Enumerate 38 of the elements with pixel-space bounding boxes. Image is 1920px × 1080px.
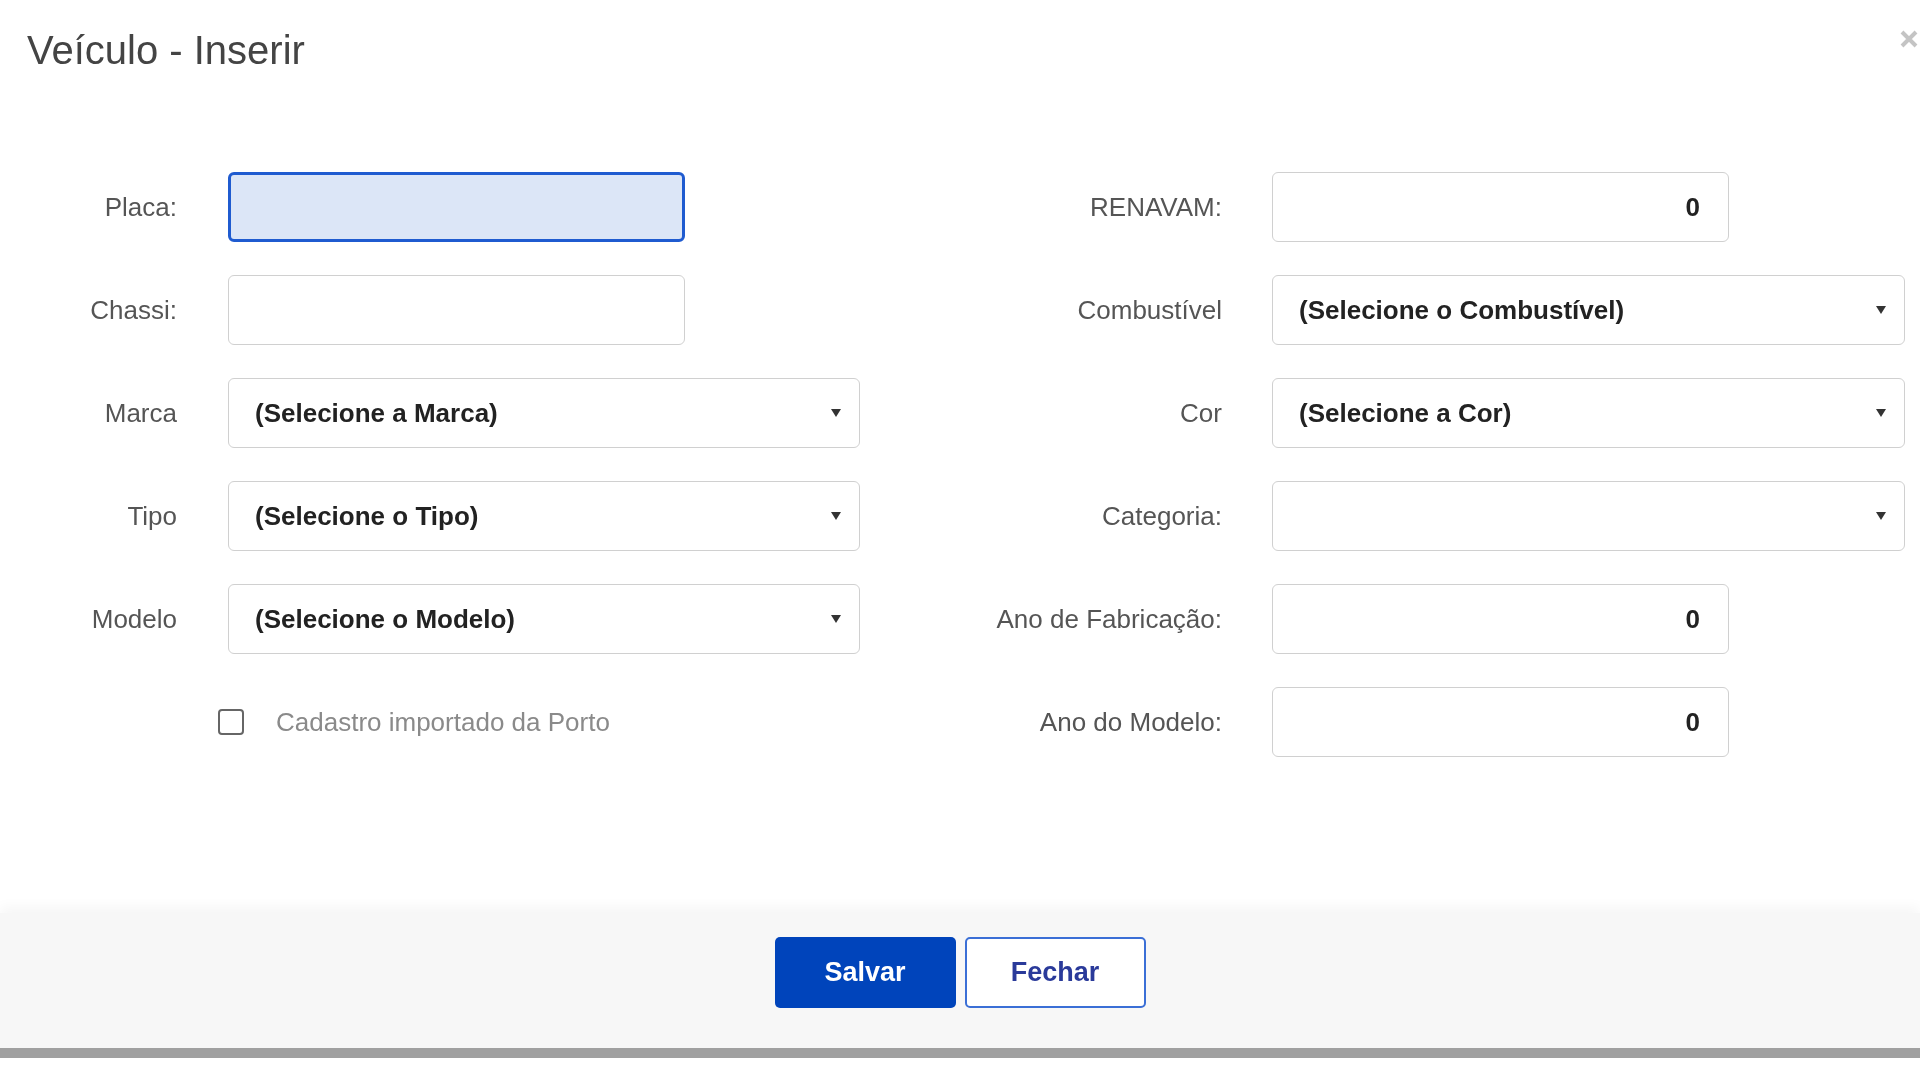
field-label: Combustível [1077, 293, 1222, 327]
dialog-title: Veículo - Inserir [27, 28, 305, 72]
dropdown-value: (Selecione a Cor) [1299, 396, 1512, 430]
dropdown-value: (Selecione o Tipo) [255, 499, 479, 533]
save-button[interactable]: Salvar [774, 937, 956, 1008]
checkbox[interactable] [218, 709, 244, 735]
close-button[interactable]: Fechar [964, 937, 1146, 1008]
text-field[interactable] [228, 172, 685, 242]
dropdown-field[interactable]: (Selecione a Marca) [228, 378, 860, 448]
caret-icon [831, 512, 841, 520]
field-label: Ano de Fabricação: [996, 602, 1222, 636]
field-label: Chassi: [90, 293, 177, 327]
caret-icon [831, 615, 841, 623]
field-label: Ano do Modelo: [1039, 705, 1222, 739]
field-label: Tipo [127, 499, 177, 533]
dropdown-value: (Selecione o Combustível) [1299, 293, 1625, 327]
dropdown-value: (Selecione o Modelo) [255, 602, 516, 636]
text-field[interactable]: 0 [1272, 584, 1729, 654]
field-label: RENAVAM: [1090, 190, 1222, 224]
dropdown-field[interactable]: (Selecione a Cor) [1272, 378, 1905, 448]
field-label: Cor [1180, 396, 1222, 430]
dropdown-field[interactable]: (Selecione o Modelo) [228, 584, 860, 654]
caret-icon [831, 409, 841, 417]
dropdown-field[interactable]: (Selecione o Tipo) [228, 481, 860, 551]
caret-icon [1876, 512, 1886, 520]
close-icon[interactable] [1900, 30, 1918, 48]
text-field[interactable]: 0 [1272, 172, 1729, 242]
text-field[interactable]: 0 [1272, 687, 1729, 757]
caret-icon [1876, 409, 1886, 417]
field-label: Marca [104, 396, 177, 430]
caret-icon [1876, 306, 1886, 314]
dropdown-value: (Selecione a Marca) [255, 396, 498, 430]
dropdown-field[interactable] [1272, 481, 1905, 551]
field-label: Modelo [91, 602, 177, 636]
checkbox-label: Cadastro importado da Porto [276, 705, 610, 739]
dropdown-field[interactable]: (Selecione o Combustível) [1272, 275, 1905, 345]
field-label: Placa: [104, 190, 177, 224]
field-label: Categoria: [1102, 499, 1222, 533]
